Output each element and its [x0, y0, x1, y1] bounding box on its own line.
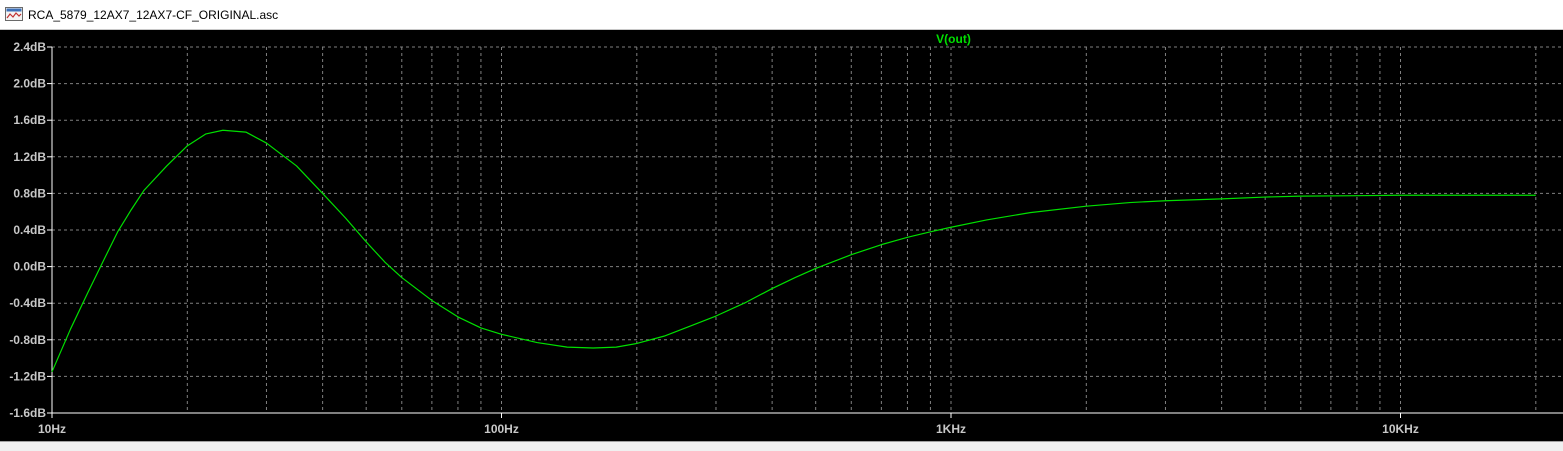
waveform-plot-pane[interactable]: 2.4dB 2.0dB 1.6dB 1.2dB 0.8dB 0.4dB 0.0dB -0.4d…: [0, 30, 1563, 441]
plot-frame: [47, 46, 1563, 418]
trace-title[interactable]: V(out): [936, 32, 971, 46]
window-title-bar: RCA_5879_12AX7_12AX7-CF_ORIGINAL.asc: [0, 0, 1563, 30]
y-tick-label: 0.4dB: [13, 223, 46, 237]
y-tick-label: -1.6dB: [9, 406, 46, 420]
y-tick-label: 2.4dB: [13, 40, 46, 54]
y-tick-label: 1.6dB: [13, 113, 46, 127]
window-title: RCA_5879_12AX7_12AX7-CF_ORIGINAL.asc: [28, 8, 279, 22]
x-tick-label: 10KHz: [1382, 422, 1419, 436]
plot-grid: [51, 46, 1563, 414]
trace-layer[interactable]: [51, 129, 1536, 373]
waveform-viewer-icon: [5, 7, 23, 21]
y-tick-label: 2.0dB: [13, 77, 46, 91]
y-tick-label: 1.2dB: [13, 150, 46, 164]
x-tick-label: 100Hz: [484, 422, 519, 436]
x-tick-label: 1KHz: [936, 422, 966, 436]
axis-labels: 2.4dB 2.0dB 1.6dB 1.2dB 0.8dB 0.4dB 0.0dB -0.4d…: [9, 32, 1419, 436]
y-tick-label: -0.4dB: [9, 296, 46, 310]
x-tick-label: 10Hz: [38, 422, 66, 436]
y-tick-label: 0.0dB: [13, 260, 46, 274]
y-tick-label: -1.2dB: [9, 369, 46, 383]
trace-vout[interactable]: [51, 129, 1536, 373]
y-tick-label: -0.8dB: [9, 333, 46, 347]
status-bar: [0, 441, 1563, 451]
bode-plot[interactable]: 2.4dB 2.0dB 1.6dB 1.2dB 0.8dB 0.4dB 0.0dB -0.4d…: [0, 30, 1563, 441]
y-tick-label: 0.8dB: [13, 186, 46, 200]
